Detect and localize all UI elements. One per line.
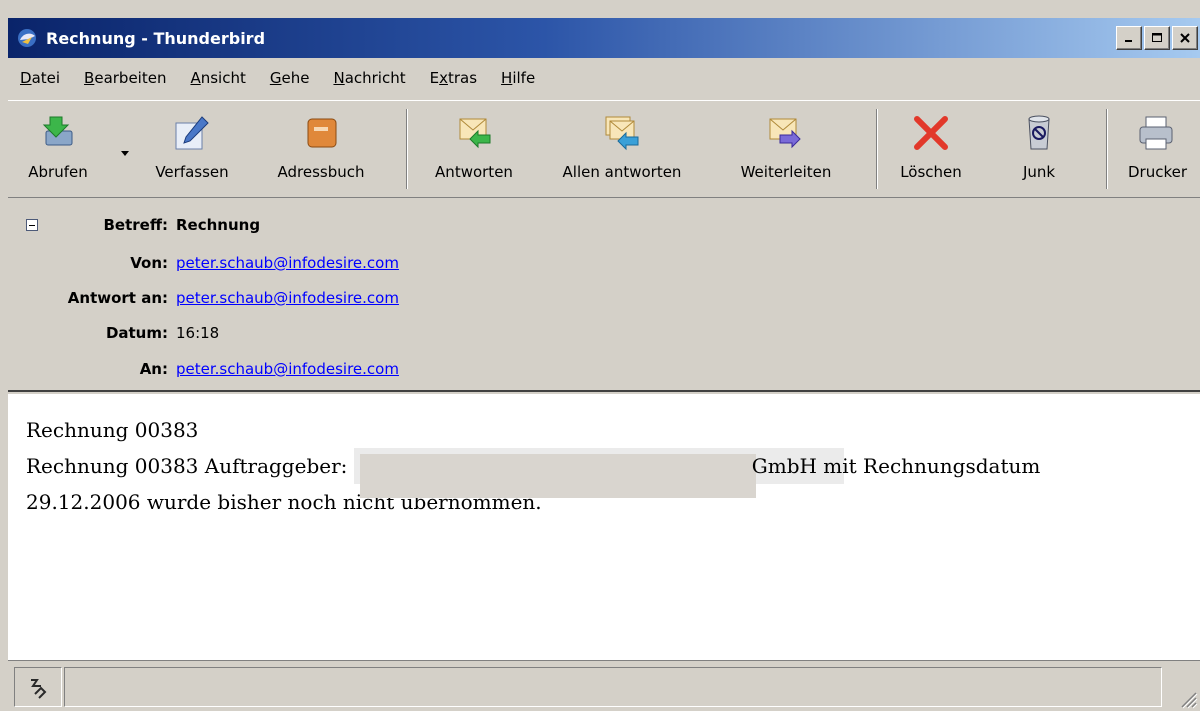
to-link[interactable]: peter.schaub@infodesire.com (176, 360, 399, 378)
menu-bar: Datei Bearbeiten Ansicht Gehe Nachricht … (8, 60, 1200, 96)
date-row: Datum: 16:18 (8, 318, 219, 348)
menu-bearbeiten[interactable]: Bearbeiten (72, 69, 178, 87)
menu-hilfe[interactable]: Hilfe (489, 69, 547, 87)
delete-icon (914, 116, 948, 150)
subject-row: Betreff: Rechnung (8, 210, 261, 240)
title-bar[interactable]: Rechnung - Thunderbird (8, 18, 1200, 58)
from-link[interactable]: peter.schaub@infodesire.com (176, 254, 399, 272)
print-label: Drucker (1128, 163, 1188, 181)
menu-ansicht[interactable]: Ansicht (178, 69, 257, 87)
minimize-button[interactable] (1116, 26, 1142, 50)
subject-value: Rechnung (176, 216, 261, 234)
to-label: An: (139, 360, 168, 378)
window-controls (1116, 26, 1198, 50)
thunderbird-window: Rechnung - Thunderbird Datei Bearbeiten … (0, 0, 1200, 711)
toolbar-separator (406, 109, 408, 189)
reply-button[interactable]: Antworten (420, 107, 528, 193)
online-status-icon (31, 679, 47, 699)
main-toolbar: Abrufen Verfassen Adressbuch Antworten A… (8, 100, 1200, 198)
message-line-end: GmbH mit Rechnungsdatum (751, 454, 1041, 478)
online-status-button[interactable] (14, 667, 62, 707)
to-row: An: peter.schaub@infodesire.com (8, 354, 399, 384)
message-header: Betreff: Rechnung Von: peter.schaub@info… (8, 200, 1200, 392)
close-icon (1180, 33, 1190, 43)
status-bar (8, 660, 1200, 711)
message-body: Rechnung 00383 Rechnung 00383 Auftraggeb… (8, 394, 1200, 660)
menu-datei[interactable]: Datei (8, 69, 72, 87)
junk-label: Junk (1022, 163, 1056, 181)
get-mail-label: Abrufen (28, 163, 88, 181)
menu-extras[interactable]: Extras (418, 69, 489, 87)
address-book-label: Adressbuch (277, 163, 365, 181)
from-row: Von: peter.schaub@infodesire.com (8, 248, 399, 278)
toolbar-separator (876, 109, 878, 189)
close-button[interactable] (1172, 26, 1198, 50)
date-value: 16:18 (176, 324, 220, 342)
address-book-button[interactable]: Adressbuch (266, 107, 376, 193)
message-line-start: Rechnung 00383 Auftraggeber: (26, 454, 348, 478)
subject-label: Betreff: (103, 216, 169, 234)
date-label: Datum: (105, 324, 168, 342)
reply-all-label: Allen antworten (562, 163, 682, 181)
from-label: Von: (130, 254, 168, 272)
delete-button[interactable]: Löschen (888, 107, 974, 193)
get-mail-icon (42, 116, 73, 146)
compose-button[interactable]: Verfassen (142, 107, 242, 193)
junk-icon (1028, 115, 1050, 150)
menu-nachricht[interactable]: Nachricht (321, 69, 417, 87)
reply-to-row: Antwort an: peter.schaub@infodesire.com (8, 283, 399, 313)
forward-label: Weiterleiten (740, 163, 832, 181)
reply-all-button[interactable]: Allen antworten (544, 107, 700, 193)
reply-label: Antworten (435, 163, 513, 181)
window-title: Rechnung - Thunderbird (46, 28, 266, 48)
reply-all-icon (605, 116, 639, 151)
forward-button[interactable]: Weiterleiten (716, 107, 856, 193)
thunderbird-icon (18, 29, 36, 47)
reply-to-label: Antwort an: (67, 289, 168, 307)
get-mail-dropdown-icon[interactable] (121, 151, 129, 156)
maximize-button[interactable] (1144, 26, 1170, 50)
maximize-icon (1152, 33, 1162, 42)
compose-label: Verfassen (155, 163, 229, 181)
junk-button[interactable]: Junk (1004, 107, 1074, 193)
menu-gehe[interactable]: Gehe (258, 69, 322, 87)
resize-grip-icon[interactable] (1176, 687, 1198, 709)
reply-to-link[interactable]: peter.schaub@infodesire.com (176, 289, 399, 307)
minimize-icon (1125, 40, 1132, 42)
get-mail-button[interactable]: Abrufen (8, 107, 108, 193)
compose-icon (175, 116, 209, 150)
print-icon (1139, 116, 1173, 150)
reply-icon (459, 118, 491, 149)
message-text: Rechnung 00383 Rechnung 00383 Auftraggeb… (26, 412, 1132, 520)
status-text (64, 667, 1162, 707)
message-line: Rechnung 00383 Auftraggeber: GmbH mit Re… (26, 448, 1132, 498)
forward-icon (769, 118, 801, 149)
message-line: Rechnung 00383 (26, 418, 199, 442)
print-button[interactable]: Drucker (1118, 107, 1200, 193)
delete-label: Löschen (900, 163, 962, 181)
toolbar-separator (1106, 109, 1108, 189)
address-book-icon (307, 118, 337, 148)
